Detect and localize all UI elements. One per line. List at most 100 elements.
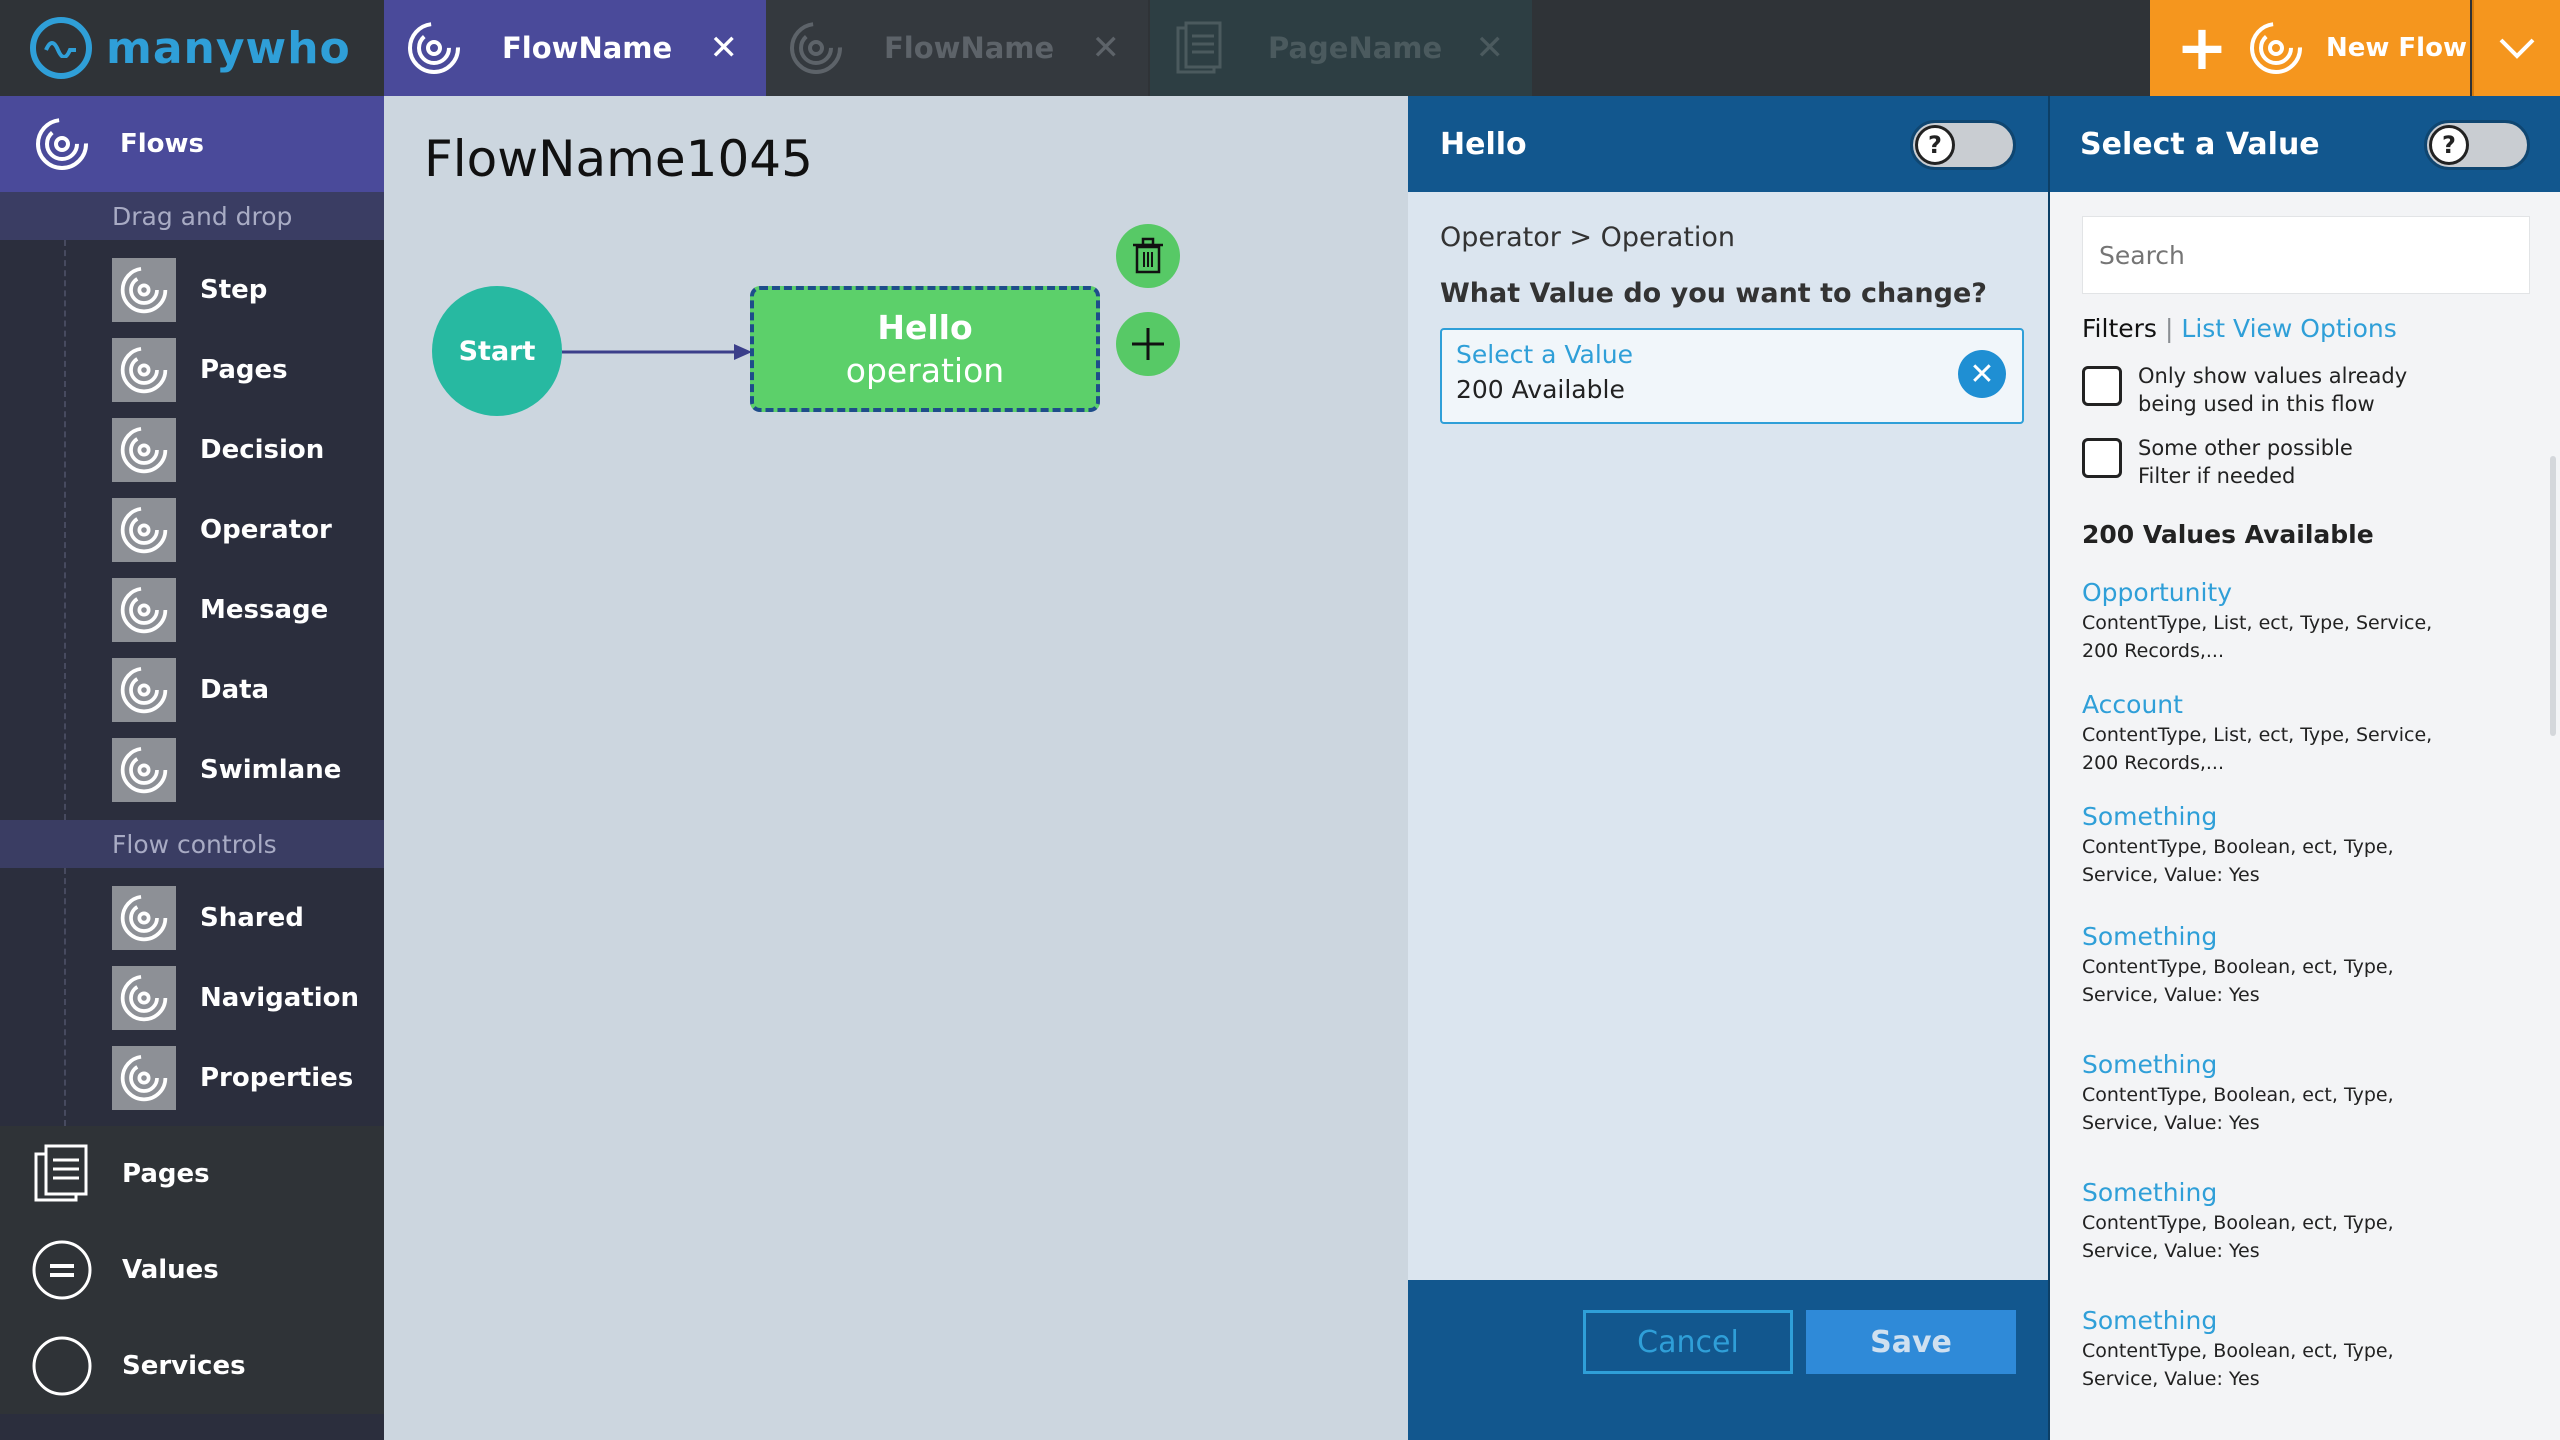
save-button[interactable]: Save xyxy=(1806,1310,2016,1374)
checkbox-label: Some other possible Filter if needed xyxy=(2138,436,2353,488)
divider: | xyxy=(2164,314,2174,343)
drag-item-label: Properties xyxy=(200,1063,354,1093)
new-flow-dropdown-button[interactable] xyxy=(2472,0,2560,96)
select-panel-title: Select a Value xyxy=(2080,126,2320,162)
list-item[interactable]: Something ContentType, Boolean, ect, Typ… xyxy=(2082,1178,2522,1265)
sidebar-item-label: Flows xyxy=(120,129,205,159)
sidebar-item-label: Values xyxy=(122,1255,219,1285)
operator-icon xyxy=(112,498,176,562)
list-item[interactable]: Opportunity ContentType, List, ect, Type… xyxy=(2082,578,2522,665)
selected-value-field[interactable]: Select a Value 200 Available ✕ xyxy=(1440,328,2024,424)
flow-canvas[interactable]: FlowName1045 Start Hello operation xyxy=(384,96,1408,1440)
connector-arrow[interactable] xyxy=(562,342,752,362)
checkbox-label: Only show values already being used in th… xyxy=(2138,364,2408,416)
help-toggle[interactable]: ? xyxy=(1910,120,2016,170)
properties-icon xyxy=(112,1046,176,1110)
list-item[interactable]: Something ContentType, Boolean, ect, Typ… xyxy=(2082,802,2522,889)
selected-value-label: Select a Value xyxy=(1456,340,1633,369)
node-title: Hello xyxy=(877,308,973,347)
drag-item-swimlane[interactable]: Swimlane xyxy=(0,730,384,810)
flow-icon xyxy=(36,118,88,170)
new-flow-button[interactable]: + New Flow xyxy=(2150,0,2470,96)
decision-icon xyxy=(112,418,176,482)
filter-other[interactable]: Some other possible Filter if needed xyxy=(2082,434,2353,490)
drag-item-label: Swimlane xyxy=(200,755,342,785)
tab-close-icon[interactable]: ✕ xyxy=(1476,28,1505,68)
filters-label: Filters xyxy=(2082,314,2157,343)
list-item[interactable]: Something ContentType, Boolean, ect, Typ… xyxy=(2082,1050,2522,1137)
drag-item-pages[interactable]: Pages xyxy=(0,330,384,410)
result-description: ContentType, Boolean, ect, Type, Service,… xyxy=(2082,1340,2394,1390)
breadcrumb: Operator > Operation xyxy=(1440,222,1736,253)
checkbox[interactable] xyxy=(2082,438,2122,478)
message-icon xyxy=(112,578,176,642)
selected-value-count: 200 Available xyxy=(1456,375,1625,404)
drag-item-label: Step xyxy=(200,275,268,305)
plus-icon xyxy=(1132,328,1164,360)
result-description: ContentType, List, ect, Type, Service, 20… xyxy=(2082,724,2433,774)
drag-item-label: Operator xyxy=(200,515,332,545)
result-title[interactable]: Opportunity xyxy=(2082,578,2522,607)
result-title[interactable]: Something xyxy=(2082,1050,2522,1079)
close-icon: ✕ xyxy=(1969,356,1995,392)
drag-item-decision[interactable]: Decision xyxy=(0,410,384,490)
result-title[interactable]: Something xyxy=(2082,802,2522,831)
pages-icon xyxy=(34,1144,88,1202)
sidebar-item-flows[interactable]: Flows xyxy=(0,96,384,192)
config-panel: Hello ? Operator > Operation What Value … xyxy=(1408,96,2048,1440)
result-title[interactable]: Something xyxy=(2082,922,2522,951)
list-item[interactable]: Something ContentType, Boolean, ect, Typ… xyxy=(2082,1306,2522,1393)
operation-node[interactable]: Hello operation xyxy=(750,286,1100,412)
cancel-button[interactable]: Cancel xyxy=(1583,1310,1793,1374)
swimlane-icon xyxy=(112,738,176,802)
list-view-options-link[interactable]: List View Options xyxy=(2181,314,2396,343)
list-item[interactable]: Account ContentType, List, ect, Type, Se… xyxy=(2082,690,2522,777)
node-subtitle: operation xyxy=(845,351,1005,390)
list-item[interactable]: Something ContentType, Boolean, ect, Typ… xyxy=(2082,922,2522,1009)
delete-node-button[interactable] xyxy=(1116,224,1180,288)
start-node[interactable]: Start xyxy=(432,286,562,416)
filter-used-values[interactable]: Only show values already being used in th… xyxy=(2082,362,2407,418)
trash-icon xyxy=(1133,237,1163,274)
pages-icon xyxy=(112,338,176,402)
sidebar-item-pages[interactable]: Pages xyxy=(0,1126,384,1222)
chevron-down-icon xyxy=(2499,38,2535,59)
sidebar-item-label: Services xyxy=(122,1351,246,1381)
add-node-button[interactable] xyxy=(1116,312,1180,376)
tab-label: FlowName xyxy=(502,31,673,65)
sidebar: Flows Drag and drop Step Pages Decision … xyxy=(0,96,384,1440)
help-toggle[interactable]: ? xyxy=(2424,120,2530,170)
tab-flowname-active[interactable]: FlowName ✕ xyxy=(384,0,766,96)
sidebar-item-values[interactable]: Values xyxy=(0,1222,384,1318)
tab-flowname-2[interactable]: FlowName ✕ xyxy=(766,0,1148,96)
scrollbar[interactable] xyxy=(2550,456,2556,736)
tab-label: FlowName xyxy=(884,31,1055,65)
config-panel-title: Hello xyxy=(1440,126,1527,162)
logo[interactable]: manywho xyxy=(0,0,384,96)
drag-item-navigation[interactable]: Navigation xyxy=(0,958,384,1038)
clear-value-button[interactable]: ✕ xyxy=(1958,350,2006,398)
config-panel-footer: Cancel Save xyxy=(1408,1280,2048,1440)
drag-item-properties[interactable]: Properties xyxy=(0,1038,384,1118)
tab-close-icon[interactable]: ✕ xyxy=(1092,28,1121,68)
navigation-icon xyxy=(112,966,176,1030)
select-value-panel: Select a Value ? Filters|List View Optio… xyxy=(2048,96,2560,1440)
drag-item-message[interactable]: Message xyxy=(0,570,384,650)
tab-close-icon[interactable]: ✕ xyxy=(710,28,739,68)
checkbox[interactable] xyxy=(2082,366,2122,406)
search-input[interactable] xyxy=(2082,216,2530,294)
result-description: ContentType, Boolean, ect, Type, Service,… xyxy=(2082,1084,2394,1134)
data-icon xyxy=(112,658,176,722)
result-title[interactable]: Something xyxy=(2082,1178,2522,1207)
result-title[interactable]: Account xyxy=(2082,690,2522,719)
result-title[interactable]: Something xyxy=(2082,1306,2522,1335)
flow-controls-section-header: Flow controls xyxy=(0,820,384,868)
drag-item-step[interactable]: Step xyxy=(0,250,384,330)
sidebar-item-services[interactable]: Services xyxy=(0,1318,384,1414)
drag-item-shared[interactable]: Shared xyxy=(0,878,384,958)
values-icon xyxy=(32,1240,92,1300)
drag-item-operator[interactable]: Operator xyxy=(0,490,384,570)
tab-pagename[interactable]: PageName ✕ xyxy=(1150,0,1532,96)
drag-item-data[interactable]: Data xyxy=(0,650,384,730)
drag-item-label: Shared xyxy=(200,903,304,933)
